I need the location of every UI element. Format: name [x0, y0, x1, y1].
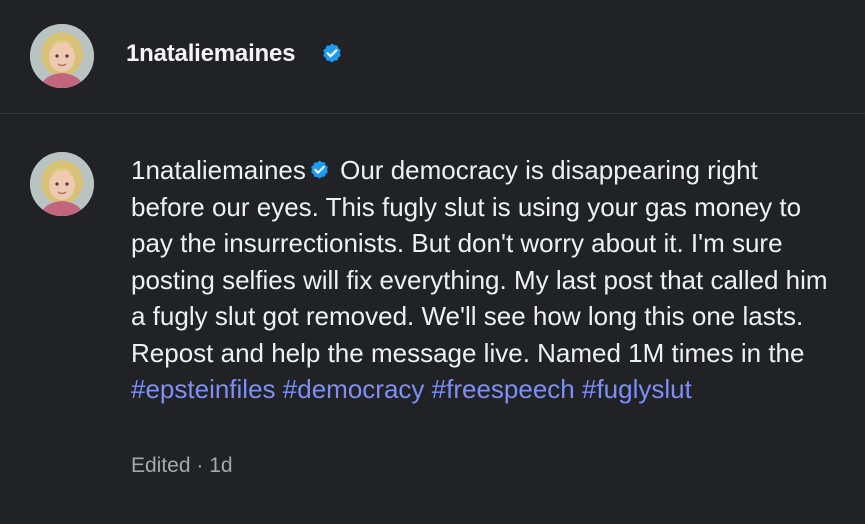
- comment-thread: 1nataliemaines 1nataliemaines Our democr…: [0, 0, 865, 524]
- post-text: Our democracy is disappearing right befo…: [131, 155, 828, 368]
- post-body: 1nataliemaines Our democracy is disappea…: [131, 152, 831, 408]
- verified-badge-icon: [308, 159, 331, 182]
- hashtag-link[interactable]: #freespeech: [432, 374, 575, 404]
- author-avatar[interactable]: [30, 152, 94, 216]
- hashtag-link[interactable]: #epsteinfiles: [131, 374, 276, 404]
- profile-avatar[interactable]: [30, 24, 94, 88]
- post-meta: Edited · 1d: [131, 454, 233, 477]
- post-author-name[interactable]: 1nataliemaines: [131, 155, 306, 185]
- hashtag-link[interactable]: #democracy: [283, 374, 425, 404]
- verified-badge-icon: [320, 42, 344, 66]
- header-username[interactable]: 1nataliemaines: [126, 40, 295, 68]
- post-header: 1nataliemaines: [0, 0, 865, 114]
- hashtag-link[interactable]: #fuglyslut: [582, 374, 692, 404]
- post: 1nataliemaines Our democracy is disappea…: [0, 114, 865, 524]
